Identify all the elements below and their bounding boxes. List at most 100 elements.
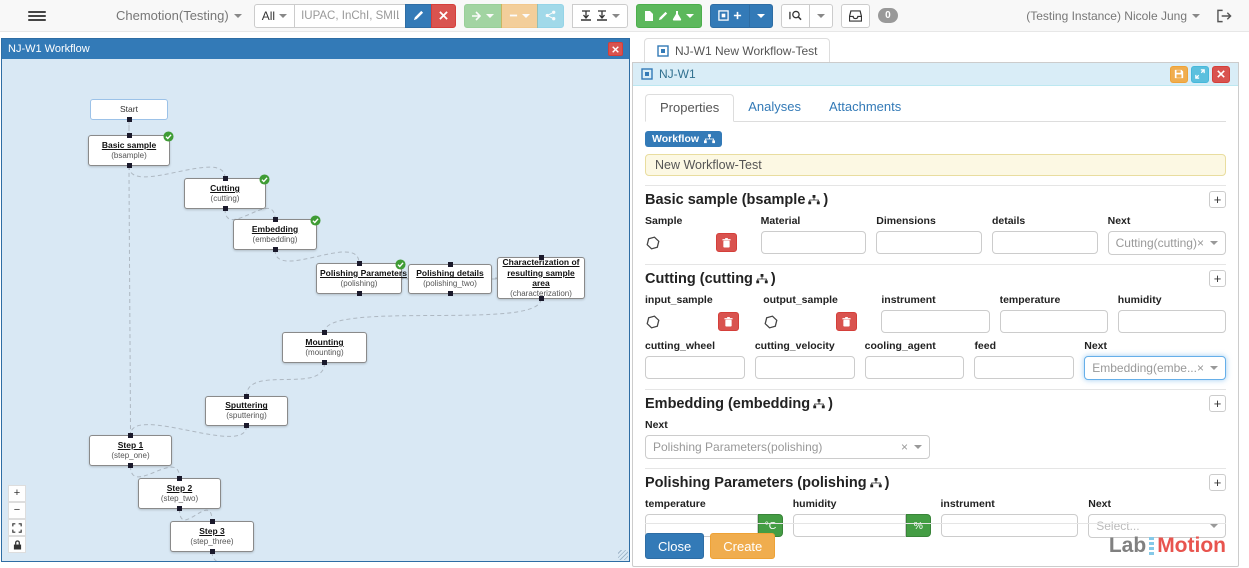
hamburger-menu-icon[interactable] — [24, 9, 50, 23]
remove-from-collection-button[interactable] — [501, 4, 538, 28]
lock-button[interactable] — [8, 536, 26, 553]
material-input[interactable] — [761, 231, 867, 254]
workflow-node-step_one[interactable]: Step 1(step_one) — [89, 435, 172, 466]
clear-icon[interactable]: × — [1197, 361, 1204, 375]
logout-button[interactable] — [1210, 4, 1239, 28]
temperature-input[interactable] — [1000, 310, 1108, 333]
node-handle[interactable] — [128, 433, 133, 438]
node-handle[interactable] — [127, 163, 132, 168]
node-handle[interactable] — [539, 255, 544, 260]
user-menu[interactable]: (Testing Instance) Nicole Jung — [1026, 9, 1200, 23]
add-field-button[interactable]: + — [1209, 474, 1226, 491]
add-field-button[interactable]: + — [1209, 191, 1226, 208]
close-button[interactable]: Close — [645, 533, 704, 559]
next-select[interactable]: Embedding(embe...× — [1084, 356, 1226, 380]
cutting-velocity-input[interactable] — [755, 356, 855, 379]
node-handle[interactable] — [322, 330, 327, 335]
node-handle[interactable] — [177, 506, 182, 511]
sample-hexagon-icon[interactable] — [761, 312, 780, 331]
remove-sample-button[interactable] — [718, 312, 739, 331]
next-select[interactable]: Polishing Parameters(polishing)× — [645, 435, 930, 459]
feed-input[interactable] — [974, 356, 1074, 379]
brand-menu[interactable]: Chemotion(Testing) — [116, 8, 242, 23]
node-handle[interactable] — [244, 394, 249, 399]
inbox-button[interactable] — [841, 4, 870, 28]
workflow-node-embedding[interactable]: Embedding(embedding) — [233, 219, 317, 250]
node-handle[interactable] — [127, 117, 132, 122]
add-field-button[interactable]: + — [1209, 270, 1226, 287]
workflow-node-mounting[interactable]: Mounting(mounting) — [282, 332, 367, 363]
clear-icon[interactable]: × — [901, 440, 908, 454]
workflow-node-sputtering[interactable]: Sputtering(sputtering) — [205, 396, 288, 426]
node-handle[interactable] — [223, 206, 228, 211]
search-input[interactable] — [294, 4, 406, 28]
chevron-down-icon[interactable] — [1210, 366, 1218, 370]
node-handle[interactable] — [448, 291, 453, 296]
workflow-node-polishing[interactable]: Polishing Parameters(polishing) — [316, 263, 402, 294]
next-select[interactable]: Cutting(cutting)× — [1108, 231, 1226, 255]
draw-structure-button[interactable] — [405, 4, 432, 28]
node-handle[interactable] — [128, 463, 133, 468]
workflow-node-step_three[interactable]: Step 3(step_three) — [170, 521, 254, 552]
chevron-down-icon[interactable] — [1210, 241, 1218, 245]
add-element-dropdown[interactable] — [749, 4, 773, 28]
add-element-button[interactable] — [710, 4, 750, 28]
zoom-out-button[interactable]: − — [8, 502, 26, 519]
workflow-node-cutting[interactable]: Cutting(cutting) — [184, 178, 266, 209]
detail-tab[interactable]: NJ-W1 New Workflow-Test — [644, 38, 830, 62]
node-handle[interactable] — [448, 262, 453, 267]
node-handle[interactable] — [322, 360, 327, 365]
fullscreen-button[interactable] — [1191, 66, 1209, 83]
close-detail-button[interactable] — [1212, 66, 1230, 83]
move-to-collection-button[interactable] — [464, 4, 502, 28]
tab-attachments[interactable]: Attachments — [815, 94, 915, 121]
node-handle[interactable] — [223, 176, 228, 181]
chevron-down-icon[interactable] — [914, 445, 922, 449]
export-samples-button[interactable] — [572, 4, 628, 28]
fit-view-button[interactable] — [8, 519, 26, 536]
zoom-in-button[interactable]: + — [8, 485, 26, 502]
close-workflow-panel-button[interactable] — [608, 42, 623, 56]
node-handle[interactable] — [273, 247, 278, 252]
save-button[interactable] — [1170, 66, 1188, 83]
cutting-wheel-input[interactable] — [645, 356, 745, 379]
top-navbar: Chemotion(Testing) All — [0, 0, 1249, 32]
node-handle[interactable] — [357, 291, 362, 296]
cooling-agent-input[interactable] — [865, 356, 965, 379]
scan-file-button[interactable] — [636, 4, 702, 28]
workflow-node-characterization[interactable]: Characterization of resulting sample are… — [497, 257, 585, 299]
node-handle[interactable] — [177, 476, 182, 481]
create-button[interactable]: Create — [710, 533, 775, 559]
canvas-resize-grip[interactable] — [618, 550, 628, 560]
tab-analyses[interactable]: Analyses — [734, 94, 815, 121]
workflow-name-input[interactable] — [645, 154, 1226, 176]
humidity-input[interactable] — [1118, 310, 1226, 333]
workflow-node-polishing_two[interactable]: Polishing details(polishing_two) — [408, 264, 492, 294]
structure-search-dropdown[interactable] — [809, 4, 833, 28]
node-handle[interactable] — [539, 296, 544, 301]
sample-hexagon-icon[interactable] — [643, 233, 662, 252]
workflow-node-start[interactable]: Start — [90, 99, 168, 120]
node-handle[interactable] — [127, 133, 132, 138]
node-handle[interactable] — [357, 261, 362, 266]
search-scope-button[interactable]: All — [254, 4, 295, 28]
workflow-node-step_two[interactable]: Step 2(step_two) — [138, 478, 221, 509]
node-handle[interactable] — [210, 519, 215, 524]
add-field-button[interactable]: + — [1209, 395, 1226, 412]
clear-icon[interactable]: × — [1197, 236, 1204, 250]
remove-sample-button[interactable] — [836, 312, 857, 331]
share-button[interactable] — [537, 4, 564, 28]
remove-sample-button[interactable] — [716, 233, 737, 252]
clear-search-button[interactable] — [431, 4, 456, 28]
sample-hexagon-icon[interactable] — [643, 312, 662, 331]
details-input[interactable] — [992, 231, 1098, 254]
dimensions-input[interactable] — [876, 231, 982, 254]
instrument-input[interactable] — [881, 310, 989, 333]
tab-properties[interactable]: Properties — [645, 94, 734, 122]
structure-search-button[interactable] — [781, 4, 810, 28]
node-handle[interactable] — [244, 423, 249, 428]
node-handle[interactable] — [210, 549, 215, 554]
workflow-canvas[interactable]: Start Basic sample(bsample) Cutting(cuttin… — [2, 59, 629, 561]
node-handle[interactable] — [273, 217, 278, 222]
workflow-node-bsample[interactable]: Basic sample(bsample) — [88, 135, 170, 166]
